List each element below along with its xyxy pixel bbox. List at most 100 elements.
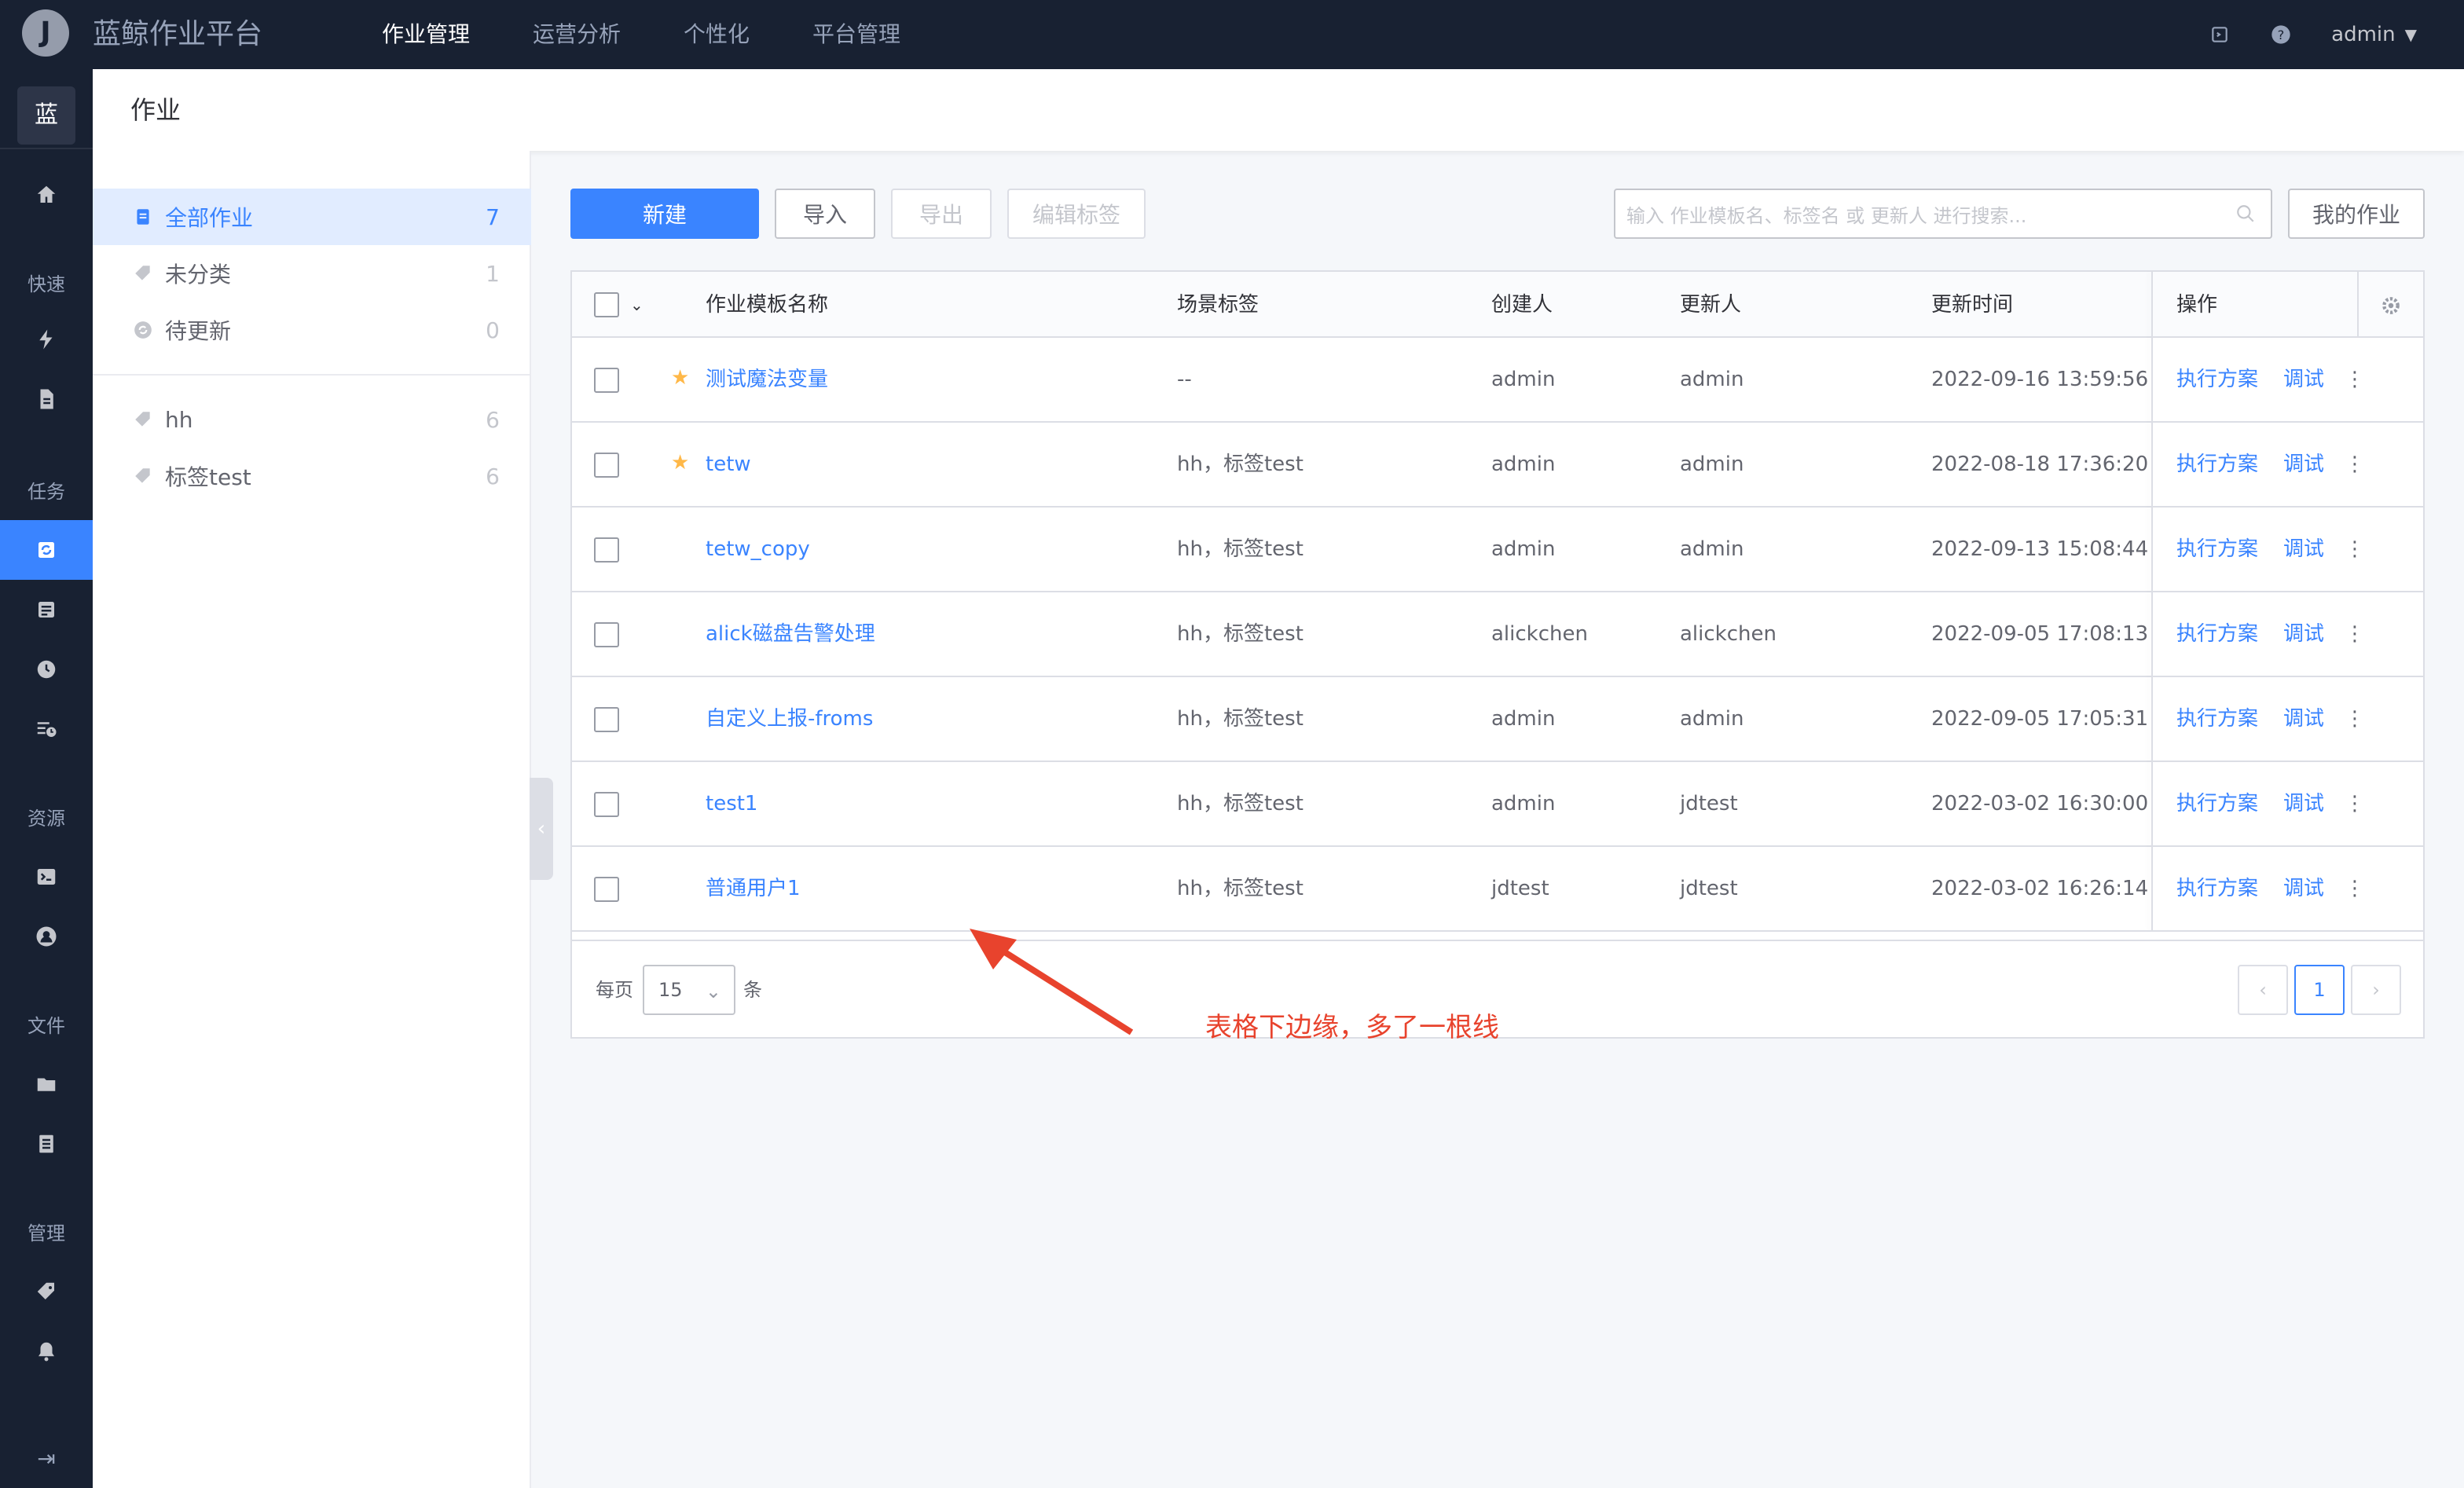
sidebar-item-tags[interactable] [0,1262,93,1321]
more-actions-icon[interactable]: ⋮ [2345,368,2365,391]
sidebar-item-file-source[interactable] [0,1054,93,1114]
execution-plan-link[interactable]: 执行方案 [2176,338,2258,421]
row-checkbox[interactable] [594,622,619,647]
job-name-link[interactable]: 自定义上报-froms [706,677,873,760]
sidebar-group-resource: 资源 [28,808,65,830]
more-actions-icon[interactable]: ⋮ [2345,622,2365,646]
tag-item-test[interactable]: 标签test 6 [93,448,531,504]
column-header-creator[interactable]: 创建人 [1491,272,1553,338]
terminal-icon[interactable] [2209,24,2231,46]
export-button[interactable]: 导出 [891,189,992,239]
sidebar-item-history[interactable] [0,699,93,759]
row-checkbox[interactable] [594,537,619,563]
job-creator: admin [1491,537,1556,561]
sidebar-collapse-icon[interactable]: ⇥ [0,1428,93,1488]
job-name-link[interactable]: tetw_copy [706,508,810,591]
sidebar-item-home[interactable] [0,165,93,225]
debug-link[interactable]: 调试 [2283,338,2324,421]
sidebar-item-ticket[interactable] [0,1114,93,1174]
nav-personalization[interactable]: 个性化 [684,0,750,69]
execution-plan-link[interactable]: 执行方案 [2176,508,2258,591]
row-checkbox[interactable] [594,877,619,902]
job-updater: admin [1680,707,1744,731]
sidebar-item-jobs[interactable] [0,520,93,580]
per-page-select[interactable]: 15 ⌄ [643,965,735,1015]
table-header: ⌄ 作业模板名称 场景标签 创建人 更新人 更新时间 操作 [572,272,2423,338]
sidebar-item-quick-execute[interactable] [0,310,93,369]
tag-item-label: 待更新 [165,318,232,344]
help-icon[interactable]: ? [2270,24,2292,46]
more-actions-icon[interactable]: ⋮ [2345,537,2365,561]
row-checkbox[interactable] [594,707,619,732]
tag-item-all[interactable]: 全部作业 7 [93,189,531,245]
next-page-button[interactable]: › [2351,965,2401,1015]
document-icon [132,206,154,228]
panel-collapse-handle[interactable]: ‹ [530,778,553,880]
job-name-link[interactable]: 测试魔法变量 [706,338,828,421]
tag-item-hh[interactable]: hh 6 [93,391,531,448]
more-actions-icon[interactable]: ⋮ [2345,792,2365,815]
debug-link[interactable]: 调试 [2283,847,2324,930]
job-name-link[interactable]: tetw [706,423,751,506]
sidebar-item-accounts[interactable] [0,907,93,966]
column-header-updated-at[interactable]: 更新时间 [1931,272,2013,338]
job-tags: hh，标签test [1177,537,1304,561]
execution-plan-link[interactable]: 执行方案 [2176,847,2258,930]
nav-job-management[interactable]: 作业管理 [382,0,470,69]
nav-operation-analysis[interactable]: 运营分析 [533,0,621,69]
debug-link[interactable]: 调试 [2283,508,2324,591]
more-actions-icon[interactable]: ⋮ [2345,877,2365,900]
star-icon[interactable]: ★ [671,451,689,475]
page-number-button[interactable]: 1 [2294,965,2345,1015]
debug-link[interactable]: 调试 [2283,762,2324,845]
settings-gear-icon[interactable] [2357,272,2423,338]
edit-tags-button[interactable]: 编辑标签 [1007,189,1146,239]
more-actions-icon[interactable]: ⋮ [2345,453,2365,476]
row-checkbox[interactable] [594,368,619,393]
new-button[interactable]: 新建 [570,189,759,239]
caret-down-icon: ▼ [2404,25,2417,44]
per-page-unit: 条 [743,979,762,1001]
sidebar-item-execution-plans[interactable] [0,580,93,640]
execution-plan-link[interactable]: 执行方案 [2176,592,2258,676]
column-header-tags[interactable]: 场景标签 [1177,272,1259,338]
nav-platform-management[interactable]: 平台管理 [812,0,900,69]
app-logo[interactable]: J [22,9,69,57]
execution-plan-link[interactable]: 执行方案 [2176,762,2258,845]
tag-item-pending-update[interactable]: 待更新 0 [93,302,531,358]
column-header-updater[interactable]: 更新人 [1680,272,1741,338]
execution-plan-link[interactable]: 执行方案 [2176,423,2258,506]
debug-link[interactable]: 调试 [2283,592,2324,676]
my-jobs-button[interactable]: 我的作业 [2288,189,2425,239]
column-header-name[interactable]: 作业模板名称 [706,272,828,338]
job-name-link[interactable]: 普通用户1 [706,847,801,930]
debug-link[interactable]: 调试 [2283,677,2324,760]
user-menu[interactable]: admin ▼ [2331,23,2417,46]
app-title[interactable]: 蓝鲸作业平台 [93,11,262,58]
tag-item-uncategorized[interactable]: 未分类 1 [93,245,531,302]
star-icon[interactable]: ★ [671,366,689,390]
sidebar-item-scripts[interactable] [0,847,93,907]
select-all-checkbox[interactable] [594,292,619,317]
job-tags: hh，标签test [1177,707,1304,731]
sidebar-item-notifications[interactable] [0,1321,93,1381]
row-checkbox[interactable] [594,792,619,817]
sidebar-item-quick-file[interactable] [0,369,93,429]
search-input[interactable]: 输入 作业模板名、标签名 或 更新人 进行搜索... [1614,189,2272,239]
chevron-down-icon[interactable]: ⌄ [630,272,644,338]
chevron-down-icon: ⌄ [705,980,721,1002]
table-row: alick磁盘告警处理 hh，标签test alickchen alickche… [572,592,2423,677]
execution-plan-link[interactable]: 执行方案 [2176,677,2258,760]
debug-link[interactable]: 调试 [2283,423,2324,506]
row-checkbox[interactable] [594,453,619,478]
tag-item-label: 标签test [165,464,251,490]
more-actions-icon[interactable]: ⋮ [2345,707,2365,731]
job-tags: hh，标签test [1177,453,1304,476]
job-name-link[interactable]: alick磁盘告警处理 [706,592,875,676]
import-button[interactable]: 导入 [775,189,875,239]
prev-page-button[interactable]: ‹ [2238,965,2288,1015]
search-icon[interactable] [2220,203,2271,224]
job-name-link[interactable]: test1 [706,762,757,845]
sidebar-brand[interactable]: 蓝 [17,86,75,145]
sidebar-item-cron[interactable] [0,640,93,699]
